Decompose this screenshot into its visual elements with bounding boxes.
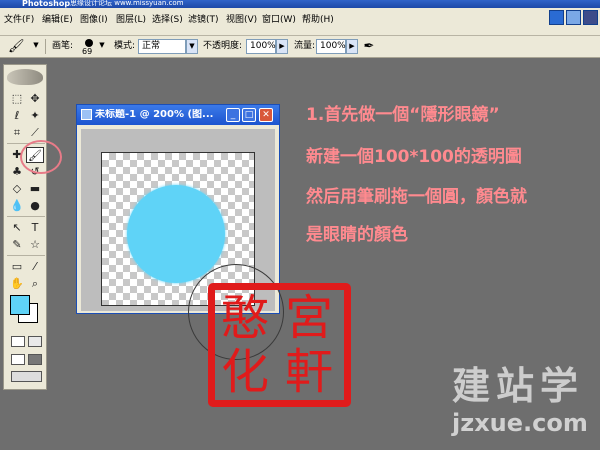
- airbrush-icon[interactable]: ✒: [360, 38, 378, 55]
- type-tool-icon[interactable]: T: [26, 220, 44, 236]
- seal-char: 憨: [220, 290, 269, 346]
- close-button[interactable]: ✕: [259, 108, 273, 122]
- menu-view[interactable]: 视图(V): [226, 14, 257, 27]
- shape-tool-icon[interactable]: ☆: [26, 237, 44, 253]
- file-browser-icon[interactable]: [583, 10, 598, 25]
- brush-label: 画笔:: [52, 41, 74, 51]
- options-separator: [45, 39, 46, 54]
- brush-picker-dropdown[interactable]: ▼: [96, 39, 108, 54]
- maximize-button[interactable]: □: [242, 108, 256, 122]
- flow-label: 流量:: [294, 41, 316, 51]
- app-title-bar: Photoshop 思缘设计论坛 www.missyuan.com: [0, 0, 600, 8]
- pen-tool-icon[interactable]: ✎: [8, 237, 26, 253]
- standard-screen-mode-icon[interactable]: [11, 354, 25, 365]
- blur-tool-icon[interactable]: 💧: [8, 198, 26, 214]
- toolbox-separator: [7, 255, 45, 256]
- gradient-tool-icon[interactable]: ▬: [26, 181, 44, 197]
- seal-char: 軒: [284, 344, 333, 400]
- eraser-tool-icon[interactable]: ◇: [8, 181, 26, 197]
- menu-select[interactable]: 选择(S): [152, 14, 183, 27]
- toolbox: ⬚ ✥ ℓ ✦ ⌗ ⟋ ✚ 🖌 ♣ ↺ ◇ ▬ 💧 ● ↖ T ✎ ☆ ▭ ⁄ …: [3, 64, 47, 390]
- mode-dropdown-arrow[interactable]: ▼: [186, 39, 198, 54]
- palette-well-icon[interactable]: [566, 10, 581, 25]
- title-watermark: 思缘设计论坛 www.missyuan.com: [70, 0, 184, 7]
- mode-select[interactable]: 正常: [138, 39, 186, 54]
- flow-field[interactable]: 100%: [316, 39, 346, 54]
- watermark-site: jzxue.com: [452, 409, 588, 437]
- instruction-line: 是眼睛的顏色: [306, 225, 408, 245]
- menu-help[interactable]: 帮助(H): [302, 14, 334, 27]
- full-screen-mode-icon[interactable]: [28, 354, 42, 365]
- mode-label: 模式:: [114, 41, 136, 51]
- app-title: Photoshop: [22, 0, 71, 8]
- document-icon: [81, 109, 92, 120]
- standard-mode-icon[interactable]: [11, 336, 25, 347]
- app-logo-icon: [549, 10, 564, 25]
- crop-tool-icon[interactable]: ⌗: [8, 125, 26, 141]
- brush-tool-highlight-circle: [20, 140, 62, 174]
- instruction-line: 然后用筆刷拖一個圓，顏色就: [306, 187, 527, 207]
- zoom-tool-icon[interactable]: ⌕: [26, 276, 44, 292]
- magic-wand-tool-icon[interactable]: ✦: [26, 108, 44, 124]
- brush-preview-icon[interactable]: [85, 39, 93, 47]
- seal-char: 宮: [284, 290, 333, 346]
- menu-bar: 文件(F) 编辑(E) 图像(I) 图层(L) 选择(S) 滤镜(T) 视图(V…: [0, 8, 600, 36]
- move-tool-icon[interactable]: ✥: [26, 91, 44, 107]
- dodge-tool-icon[interactable]: ●: [26, 198, 44, 214]
- foreground-color-swatch[interactable]: [10, 295, 30, 315]
- hand-tool-icon[interactable]: ✋: [8, 276, 26, 292]
- jump-to-imageready-icon[interactable]: [11, 371, 42, 382]
- menu-image[interactable]: 图像(I): [80, 14, 108, 27]
- menu-window[interactable]: 窗口(W): [262, 14, 296, 27]
- cyan-circle-shape: [127, 185, 225, 283]
- notes-tool-icon[interactable]: ▭: [8, 259, 26, 275]
- red-seal-stamp: 憨 宮 化 軒: [208, 283, 351, 407]
- menu-filter[interactable]: 滤镜(T): [188, 14, 219, 27]
- options-bar: 🖌 ▼ 画笔: 69 ▼ 模式: 正常 ▼ 不透明度: 100% ▶ 流量: 1…: [0, 36, 600, 58]
- toolbox-separator: [7, 216, 45, 217]
- lasso-tool-icon[interactable]: ℓ: [8, 108, 26, 124]
- eyedropper-tool-icon[interactable]: ⁄: [26, 259, 44, 275]
- opacity-dropdown-arrow[interactable]: ▶: [276, 39, 288, 54]
- brush-size: 69: [82, 47, 93, 56]
- seal-char: 化: [220, 344, 269, 400]
- opacity-field[interactable]: 100%: [246, 39, 276, 54]
- quick-mask-mode-icon[interactable]: [28, 336, 42, 347]
- instruction-line: 新建一個100*100的透明圖: [306, 147, 522, 167]
- photoshop-feather-icon: [7, 69, 43, 85]
- minimize-button[interactable]: _: [226, 108, 240, 122]
- menu-edit[interactable]: 编辑(E): [42, 14, 73, 27]
- flow-dropdown-arrow[interactable]: ▶: [346, 39, 358, 54]
- slice-tool-icon[interactable]: ⟋: [26, 125, 44, 141]
- brush-tool-preset-icon[interactable]: 🖌: [8, 39, 28, 54]
- menu-layer[interactable]: 图层(L): [116, 14, 146, 27]
- path-selection-tool-icon[interactable]: ↖: [8, 220, 26, 236]
- menu-file[interactable]: 文件(F): [4, 14, 34, 27]
- document-title: 未标题-1 @ 200% (图...: [95, 109, 214, 120]
- watermark-logo: 建站学: [452, 364, 585, 408]
- tool-preset-dropdown[interactable]: ▼: [30, 39, 42, 54]
- instruction-line: 1.首先做一個“隱形眼鏡”: [306, 105, 500, 125]
- opacity-label: 不透明度:: [203, 41, 243, 51]
- document-title-bar[interactable]: 未标题-1 @ 200% (图... _ □ ✕: [77, 105, 279, 125]
- marquee-tool-icon[interactable]: ⬚: [8, 91, 26, 107]
